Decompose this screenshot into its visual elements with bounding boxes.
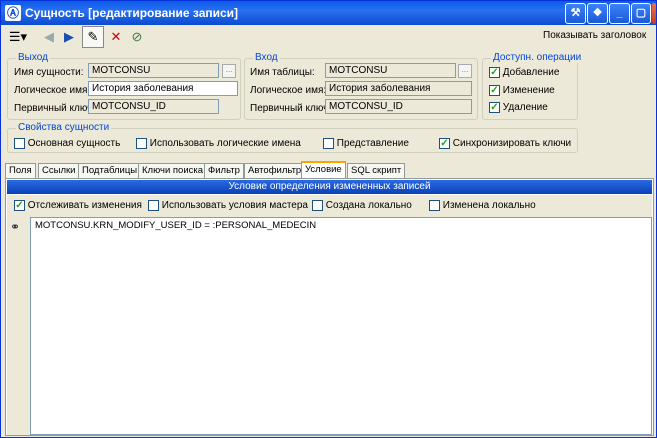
main-entity-checkbox[interactable]: Основная сущность: [14, 138, 120, 149]
condition-panel: Условие определения измененных записей ✓…: [5, 178, 654, 436]
arrow-left-icon[interactable]: ◀: [39, 27, 59, 47]
op-edit-checkbox[interactable]: ✓ Изменение: [489, 85, 555, 96]
entity-name-label: Имя сущности:: [14, 67, 84, 78]
condition-options-row: ✓ Отслеживать изменения Использовать усл…: [7, 195, 652, 217]
track-changes-label: Отслеживать изменения: [27, 200, 142, 212]
tab-search-keys[interactable]: Ключи поиска: [138, 163, 208, 178]
op-delete-checkbox[interactable]: ✓ Удаление: [489, 102, 548, 113]
entity-edit-window: Ⓐ Сущность [редактирование записи] ⚒ ❖ _…: [0, 0, 657, 438]
help-icon[interactable]: ❖: [587, 3, 608, 24]
maximize-icon[interactable]: ▢: [631, 3, 651, 24]
use-logical-names-checkbox[interactable]: Использовать логические имена: [136, 138, 301, 149]
delete-doc-icon[interactable]: ✕: [106, 27, 126, 47]
view-label: Представление: [336, 138, 409, 150]
input-logical-name-label: Логическое имя:: [250, 85, 327, 96]
tab-sql-script[interactable]: SQL скрипт: [347, 163, 406, 178]
modified-locally-checkbox[interactable]: Изменена локально: [429, 200, 536, 211]
entity-properties-title: Свойства сущности: [16, 122, 112, 133]
tab-autofilter[interactable]: Автофильтр: [244, 163, 306, 178]
pencil-icon[interactable]: ✎: [82, 26, 104, 48]
condition-panel-header: Условие определения измененных записей: [7, 180, 652, 194]
show-header-label: Показывать заголовок: [543, 30, 647, 42]
use-logical-names-label: Использовать логические имена: [149, 138, 301, 150]
primary-key-field[interactable]: MOTCONSU_ID: [88, 99, 219, 114]
operations-group-title: Доступн. операции: [491, 52, 584, 63]
sync-keys-checkbox[interactable]: ✓ Синхронизировать ключи: [439, 138, 571, 149]
title-bar[interactable]: Ⓐ Сущность [редактирование записи] ⚒ ❖ _…: [1, 1, 656, 25]
toolbar: ☰▾ ◀ ▶ ✎ ✕ ⊘ Показывать заголовок ✓: [1, 25, 656, 49]
use-master-conditions-label: Использовать условия мастера: [161, 200, 308, 212]
primary-key-label: Первичный ключ:: [14, 103, 96, 114]
op-add-checkbox[interactable]: ✓ Добавление: [489, 67, 559, 78]
op-delete-label: Удаление: [502, 102, 548, 114]
output-group-title: Выход: [16, 52, 50, 63]
tab-filter[interactable]: Фильтр: [204, 163, 244, 178]
entity-name-browse-button[interactable]: ...: [222, 64, 236, 78]
modified-locally-label: Изменена локально: [442, 200, 536, 212]
created-locally-label: Создана локально: [325, 200, 412, 212]
input-logical-name-field[interactable]: История заболевания: [325, 81, 472, 96]
show-header-toggle[interactable]: Показывать заголовок ✓: [543, 30, 656, 42]
op-edit-label: Изменение: [502, 85, 555, 97]
table-name-label: Имя таблицы:: [250, 67, 315, 78]
logical-name-label: Логическое имя:: [14, 85, 91, 96]
binoculars-icon[interactable]: ⚭: [10, 220, 20, 234]
input-primary-key-label: Первичный ключ:: [250, 103, 332, 114]
track-changes-checkbox[interactable]: ✓ Отслеживать изменения: [14, 200, 142, 211]
window-title: Сущность [редактирование записи]: [25, 6, 239, 20]
editor-gutter: ⚭: [7, 217, 30, 435]
logical-name-field[interactable]: История заболевания: [88, 81, 238, 96]
close-icon[interactable]: [652, 3, 656, 24]
condition-text: MOTCONSU.KRN_MODIFY_USER_ID = :PERSONAL_…: [35, 220, 317, 231]
main-entity-label: Основная сущность: [27, 138, 121, 150]
input-group-title: Вход: [253, 52, 280, 63]
use-master-conditions-checkbox[interactable]: Использовать условия мастера: [148, 200, 308, 211]
arrow-right-icon[interactable]: ▶: [59, 27, 79, 47]
cancel-doc-icon[interactable]: ⊘: [127, 27, 147, 47]
minimize-icon[interactable]: _: [609, 3, 630, 24]
entity-name-field[interactable]: MOTCONSU: [88, 63, 219, 78]
wrench-icon[interactable]: ⚒: [565, 3, 586, 24]
tab-condition[interactable]: Условие: [301, 161, 346, 179]
tab-links[interactable]: Ссылки: [38, 163, 80, 178]
input-primary-key-field[interactable]: MOTCONSU_ID: [325, 99, 472, 114]
table-name-browse-button[interactable]: ...: [458, 64, 472, 78]
tab-subtables[interactable]: Подтаблицы: [78, 163, 142, 178]
sync-keys-label: Синхронизировать ключи: [452, 138, 572, 150]
menu-list-icon[interactable]: ☰▾: [4, 27, 32, 47]
tab-fields[interactable]: Поля: [5, 163, 36, 178]
table-name-field[interactable]: MOTCONSU: [325, 63, 456, 78]
view-checkbox[interactable]: Представление: [323, 138, 409, 149]
op-add-label: Добавление: [502, 67, 560, 79]
created-locally-checkbox[interactable]: Создана локально: [312, 200, 412, 211]
condition-editor[interactable]: MOTCONSU.KRN_MODIFY_USER_ID = :PERSONAL_…: [30, 217, 652, 435]
app-icon[interactable]: Ⓐ: [5, 5, 21, 21]
